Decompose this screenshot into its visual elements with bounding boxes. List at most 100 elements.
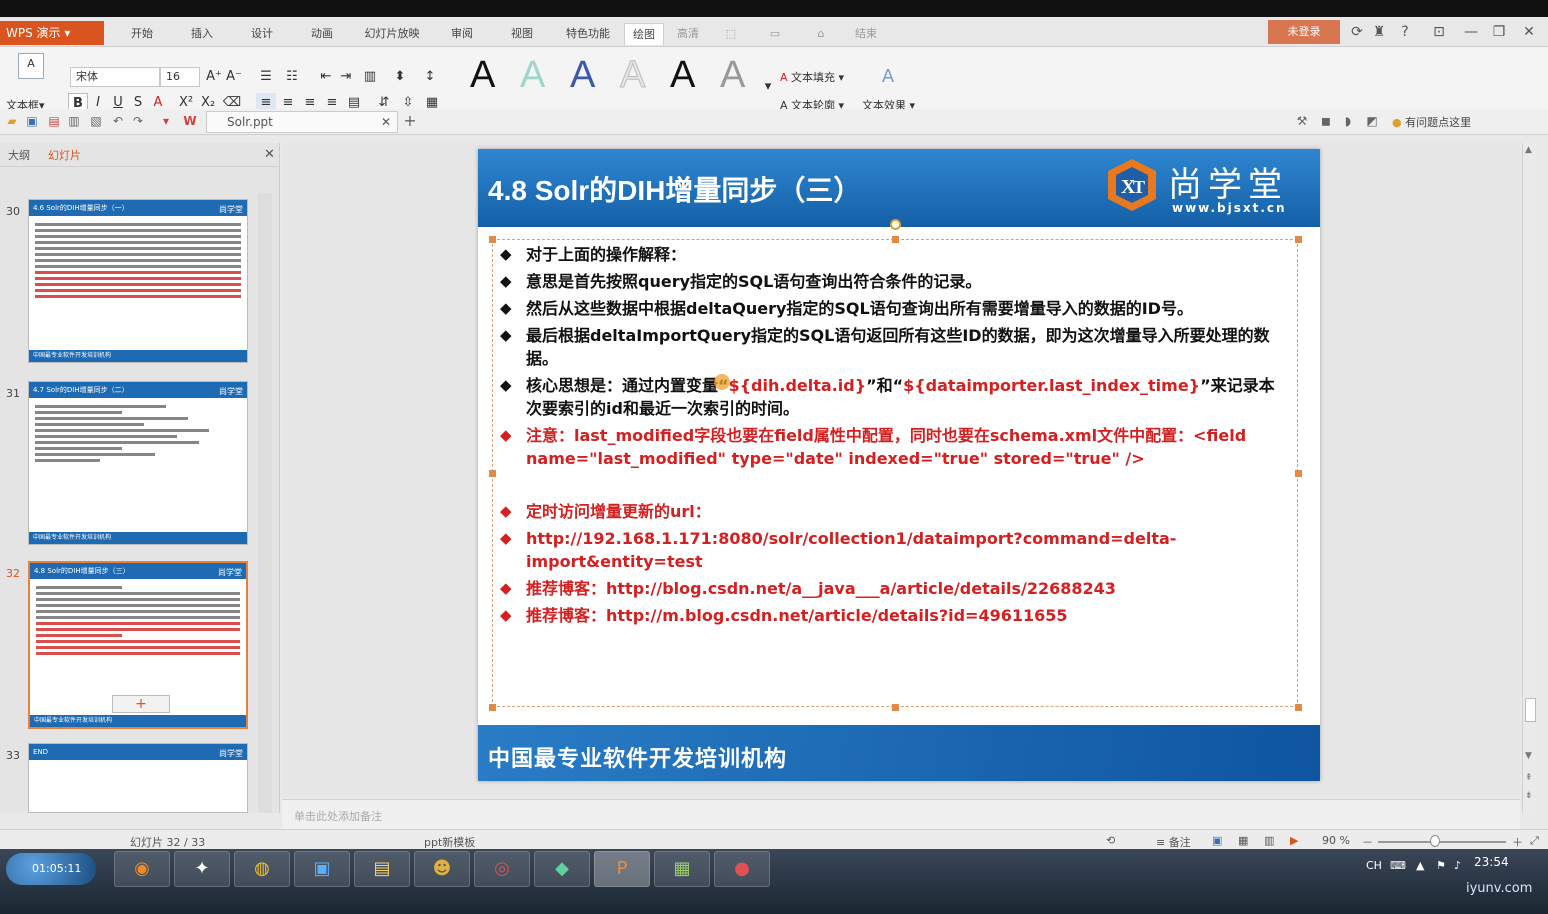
text-direction-icon[interactable]: ⬍ [390,67,410,87]
close-panel-icon[interactable]: ✕ [264,147,275,162]
keyboard-icon[interactable]: ⌨ [1390,859,1406,872]
text-style-gray[interactable]: A [720,51,745,99]
restore-layout-icon[interactable]: ⊡ [1428,22,1450,42]
slide-body-text[interactable]: 对于上面的操作解释： 意思是首先按照query指定的SQL语句查询出符合条件的记… [500,243,1290,631]
next-slide-icon[interactable]: ⇟ [1525,791,1533,801]
current-slide[interactable]: 4.8 Solr的DIH增量同步（三） X T 尚学堂 www.bjsxt.cn [478,149,1320,781]
tab-end[interactable]: 结束 [846,23,886,45]
text-fill-button[interactable]: A 文本填充 ▾ [780,69,844,85]
refresh-icon[interactable]: ⟳ [1346,22,1368,42]
network-app-icon[interactable]: ◆ [534,851,590,887]
chrome-icon[interactable]: ◍ [234,851,290,887]
zoom-out-icon[interactable]: － [1362,834,1373,850]
help-link[interactable]: ● 有问题点这里 [1392,114,1471,130]
tab-view[interactable]: 视图 [502,23,542,45]
wps-app-menu-button[interactable]: WPS 演示 ▾ [0,21,104,45]
start-button[interactable]: 01:05:11 [6,853,96,885]
maximize-icon[interactable]: ❐ [1488,22,1510,42]
ime-indicator[interactable]: CH [1366,859,1382,872]
font-name-select[interactable]: 宋体 [70,67,160,87]
resize-handle[interactable] [489,470,496,477]
cat-app-icon[interactable]: ☻ [414,851,470,887]
tab-special[interactable]: 特色功能 [558,23,618,45]
tab-slides[interactable]: 幻灯片 [48,147,81,163]
tab-hd[interactable]: 高清 [668,23,708,45]
file-explorer-icon[interactable]: ▤ [354,851,410,887]
slide-thumbnail-30[interactable]: 4.6 Solr的DIH增量同步（一） 尚学堂 中国最专业软件开发培训机构 [28,199,248,363]
help-icon[interactable]: ? [1394,22,1416,42]
previous-slide-icon[interactable]: ⇞ [1525,773,1533,783]
tab-window-icon[interactable]: ▭ [760,23,790,45]
resize-handle[interactable] [892,704,899,711]
numbered-list-icon[interactable]: ☷ [282,67,302,87]
zoom-in-icon[interactable]: ＋ [1512,834,1523,850]
tray-expand-icon[interactable]: ▲ [1416,859,1424,872]
columns-icon[interactable]: ▥ [360,67,380,87]
slide-thumbnail-31[interactable]: 4.7 Solr的DIH增量同步（二） 尚学堂 中国最专业软件开发培训机构 [28,381,248,545]
rotate-handle[interactable] [890,219,901,230]
export-pdf-icon[interactable]: ▤ [46,113,62,129]
tool-icon-4[interactable]: ◩ [1364,113,1380,129]
text-style-black[interactable]: A [470,51,495,99]
customize-icon[interactable]: ▾ [158,113,174,129]
open-folder-icon[interactable]: ▰ [4,113,20,129]
resize-handle[interactable] [489,704,496,711]
tab-outline[interactable]: 大纲 [8,147,30,163]
shrink-font-icon[interactable]: A⁻ [224,67,244,87]
reading-view-icon[interactable]: ▥ [1264,834,1274,847]
canvas-scrollbar[interactable]: ▲ ▼ ⇞ ⇟ [1522,143,1538,813]
close-window-icon[interactable]: ✕ [1518,22,1540,42]
game-app-icon[interactable]: ✦ [174,851,230,887]
skin-icon[interactable]: ♜ [1368,22,1390,42]
new-tab-icon[interactable]: + [402,113,418,129]
tab-slideshow[interactable]: 幻灯片放映 [356,23,428,45]
text-style-blue[interactable]: A [570,51,595,99]
close-tab-icon[interactable]: ✕ [381,112,391,132]
resize-handle[interactable] [1295,236,1302,243]
text-style-teal[interactable]: A [520,51,545,99]
tab-review[interactable]: 审阅 [442,23,482,45]
scroll-up-icon[interactable]: ▲ [1525,145,1532,155]
browser-icon[interactable]: ▣ [294,851,350,887]
resize-handle[interactable] [489,236,496,243]
bullet-list-icon[interactable]: ☰ [256,67,276,87]
text-style-outline[interactable]: A [619,51,645,99]
speaker-icon[interactable]: ♪ [1454,859,1461,872]
tab-drawing[interactable]: 绘图 [624,23,664,45]
text-effect-icon[interactable]: A [878,67,898,87]
slideshow-view-icon[interactable]: ▶ [1290,834,1298,847]
zoom-level[interactable]: 90 % [1322,834,1350,847]
tab-select-icon[interactable]: ⬚ [716,23,746,45]
tab-insert[interactable]: 插入 [182,23,222,45]
grow-font-icon[interactable]: A⁺ [204,67,224,87]
history-icon[interactable]: ⟲ [1106,834,1115,847]
resize-handle[interactable] [892,236,899,243]
recorder-icon[interactable]: ● [714,851,770,887]
tool-icon-1[interactable]: ⚒ [1294,113,1310,129]
decrease-indent-icon[interactable]: ⇤ [316,67,336,87]
redo-icon[interactable]: ↷ [130,113,146,129]
wps-presentation-taskbar-icon[interactable]: P [594,851,650,887]
increase-indent-icon[interactable]: ⇥ [336,67,356,87]
print-preview-icon[interactable]: ▧ [88,113,104,129]
scroll-thumb[interactable] [1525,698,1536,722]
tool-icon-3[interactable]: ◗ [1340,113,1356,129]
notes-pane[interactable]: 单击此处添加备注 [282,799,1520,829]
spreadsheet-icon[interactable]: ▦ [654,851,710,887]
print-icon[interactable]: ▥ [66,113,82,129]
zoom-slider-thumb[interactable] [1430,835,1440,847]
system-clock[interactable]: 23:54 [1474,855,1509,869]
text-style-black-2[interactable]: A [670,51,695,99]
undo-icon[interactable]: ↶ [110,113,126,129]
panel-scrollbar[interactable] [258,193,272,813]
login-button[interactable]: 未登录 [1268,20,1340,44]
slide-title[interactable]: 4.8 Solr的DIH增量同步（三） [488,169,861,209]
font-size-select[interactable]: 16 [160,67,200,87]
notes-toggle-button[interactable]: ≡ 备注 [1156,834,1191,850]
resize-handle[interactable] [1295,704,1302,711]
fit-window-icon[interactable]: ⤢ [1530,834,1539,848]
scroll-down-icon[interactable]: ▼ [1525,751,1532,761]
resize-handle[interactable] [1295,470,1302,477]
tab-home[interactable]: 开始 [122,23,162,45]
slide-thumbnail-33[interactable]: END 尚学堂 [28,743,248,813]
